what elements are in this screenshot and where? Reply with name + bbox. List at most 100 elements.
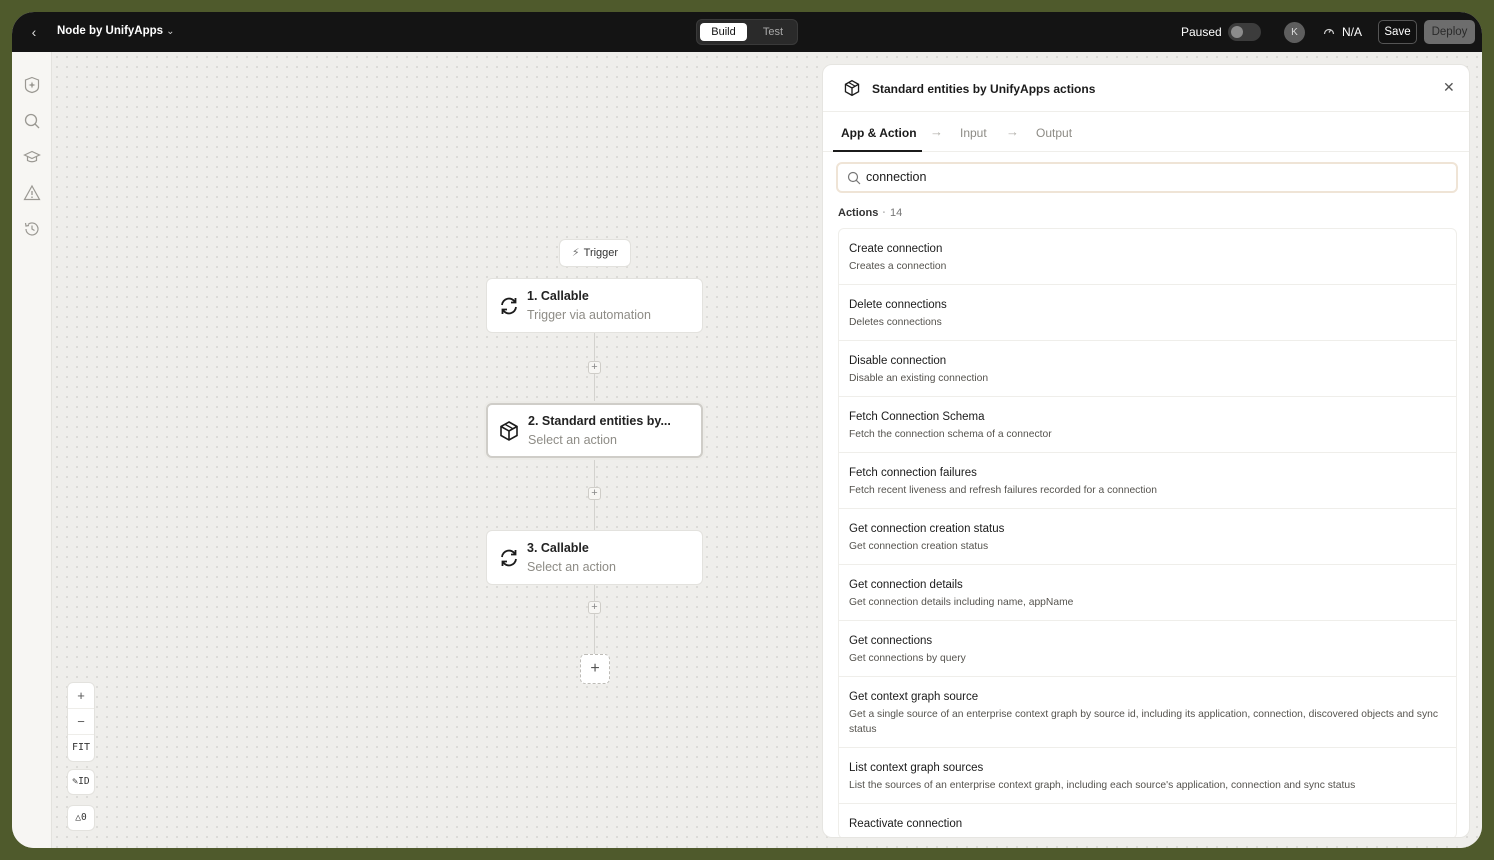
action-title: Delete connections bbox=[849, 299, 947, 311]
action-item[interactable]: Get connections Get connections by query bbox=[839, 621, 1456, 677]
add-step-button[interactable]: + bbox=[588, 487, 601, 500]
action-item[interactable]: Get connection creation status Get conne… bbox=[839, 509, 1456, 565]
tab-test[interactable]: Test bbox=[753, 23, 793, 41]
action-item[interactable]: Create connection Creates a connection bbox=[839, 229, 1456, 285]
workflow-node-3[interactable]: 3. Callable Select an action bbox=[486, 530, 703, 585]
actions-count: 14 bbox=[890, 207, 903, 219]
refresh-icon bbox=[498, 295, 520, 317]
actions-list: Create connection Creates a connection D… bbox=[838, 228, 1457, 837]
app-window: ‹ Node by UnifyApps ⌄ Build Test Paused K… bbox=[12, 12, 1482, 848]
action-description: Disable an existing connection bbox=[849, 373, 989, 384]
action-title: List context graph sources bbox=[849, 762, 984, 774]
avatar[interactable]: K bbox=[1284, 22, 1305, 43]
action-description: Fetch the connection schema of a connect… bbox=[849, 429, 1052, 440]
arrow-right-icon: → bbox=[1006, 124, 1019, 139]
back-icon[interactable]: ‹ bbox=[26, 24, 42, 40]
paused-toggle[interactable] bbox=[1228, 23, 1261, 41]
zoom-out-button[interactable]: − bbox=[68, 709, 94, 735]
status-label: Paused bbox=[1181, 25, 1222, 39]
actions-header: Actions · 14 bbox=[838, 207, 902, 219]
action-title: Fetch connection failures bbox=[849, 467, 977, 479]
action-item[interactable]: Get context graph source Get a single so… bbox=[839, 677, 1456, 748]
trigger-chip[interactable]: ⚡︎ Trigger bbox=[559, 239, 631, 267]
actions-panel: Standard entities by UnifyApps actions ✕… bbox=[822, 64, 1470, 838]
node-subtitle: Select an action bbox=[527, 560, 616, 574]
action-description: Deletes connections bbox=[849, 317, 942, 328]
fit-button[interactable]: FIT bbox=[68, 735, 94, 761]
package-icon bbox=[843, 79, 861, 97]
warning-icon[interactable] bbox=[23, 184, 41, 202]
add-step-button[interactable]: + bbox=[588, 361, 601, 374]
action-item[interactable]: Fetch connection failures Fetch recent l… bbox=[839, 453, 1456, 509]
search-icon bbox=[847, 171, 861, 185]
action-item[interactable]: Reactivate connection bbox=[839, 804, 1456, 837]
tab-app-action[interactable]: App & Action bbox=[841, 126, 917, 140]
arrow-right-icon: → bbox=[930, 124, 943, 139]
action-item[interactable]: List context graph sources List the sour… bbox=[839, 748, 1456, 804]
action-title: Get connection details bbox=[849, 579, 963, 591]
action-item[interactable]: Fetch Connection Schema Fetch the connec… bbox=[839, 397, 1456, 453]
workflow-node-1[interactable]: 1. Callable Trigger via automation bbox=[486, 278, 703, 333]
search-value: connection bbox=[866, 170, 927, 184]
node-subtitle: Trigger via automation bbox=[527, 308, 651, 322]
action-title: Reactivate connection bbox=[849, 818, 963, 830]
action-description: Get connections by query bbox=[849, 653, 966, 664]
workflow-title: Node by UnifyApps bbox=[57, 25, 164, 37]
metric-value: N/A bbox=[1342, 25, 1363, 39]
top-bar: ‹ Node by UnifyApps ⌄ Build Test Paused K… bbox=[12, 12, 1482, 52]
search-icon[interactable] bbox=[23, 112, 41, 130]
spark-badge-icon[interactable] bbox=[23, 76, 41, 94]
zoom-controls: + − FIT bbox=[67, 682, 95, 762]
left-sidebar bbox=[12, 52, 52, 848]
action-description: Get connection creation status bbox=[849, 541, 989, 552]
node-title: 1. Callable bbox=[527, 289, 589, 303]
actions-label: Actions bbox=[838, 207, 879, 219]
node-subtitle: Select an action bbox=[528, 433, 617, 447]
step-tabs: App & Action → Input → Output bbox=[823, 112, 1469, 152]
action-item[interactable]: Delete connections Deletes connections bbox=[839, 285, 1456, 341]
graduation-cap-icon[interactable] bbox=[23, 148, 41, 166]
action-title: Get connections bbox=[849, 635, 933, 647]
panel-title: Standard entities by UnifyApps actions bbox=[872, 82, 1096, 96]
bolt-icon: ⚡︎ bbox=[571, 247, 580, 259]
action-description: Fetch recent liveness and refresh failur… bbox=[849, 485, 1157, 496]
gauge-icon bbox=[1323, 25, 1335, 40]
action-title: Get context graph source bbox=[849, 691, 979, 703]
action-title: Disable connection bbox=[849, 355, 947, 367]
trigger-label: Trigger bbox=[583, 247, 619, 259]
id-toggle-button[interactable]: ✎ID bbox=[67, 769, 95, 795]
action-search-input[interactable]: connection bbox=[836, 162, 1458, 193]
separator-dot: · bbox=[882, 207, 887, 219]
warnings-button[interactable]: △0 bbox=[67, 805, 95, 831]
connector-line bbox=[594, 278, 595, 678]
action-title: Get connection creation status bbox=[849, 523, 1005, 535]
add-step-button[interactable]: + bbox=[588, 601, 601, 614]
save-button[interactable]: Save bbox=[1378, 20, 1417, 44]
action-description: List the sources of an enterprise contex… bbox=[849, 780, 1356, 791]
action-item[interactable]: Get connection details Get connection de… bbox=[839, 565, 1456, 621]
action-title: Create connection bbox=[849, 243, 943, 255]
warning-count: 0 bbox=[81, 812, 87, 823]
zoom-in-button[interactable]: + bbox=[68, 683, 94, 709]
workflow-node-2[interactable]: 2. Standard entities by... Select an act… bbox=[486, 403, 703, 458]
mode-switch: Build Test bbox=[696, 19, 798, 45]
toggle-knob bbox=[1231, 26, 1243, 38]
active-tab-underline bbox=[833, 150, 922, 152]
action-title: Fetch Connection Schema bbox=[849, 411, 985, 423]
action-description: Get connection details including name, a… bbox=[849, 597, 1074, 608]
node-title: 2. Standard entities by... bbox=[528, 414, 671, 428]
history-icon[interactable] bbox=[23, 220, 41, 238]
add-node-button[interactable]: + bbox=[580, 654, 610, 684]
node-title: 3. Callable bbox=[527, 541, 589, 555]
action-item[interactable]: Disable connection Disable an existing c… bbox=[839, 341, 1456, 397]
id-toggle-label: ID bbox=[78, 776, 90, 787]
workflow-title-dropdown[interactable]: Node by UnifyApps ⌄ bbox=[57, 25, 174, 37]
refresh-icon bbox=[498, 547, 520, 569]
tab-build[interactable]: Build bbox=[700, 23, 747, 41]
tab-output[interactable]: Output bbox=[1036, 126, 1072, 140]
close-icon[interactable]: ✕ bbox=[1443, 79, 1455, 96]
action-description: Creates a connection bbox=[849, 261, 947, 272]
tab-input[interactable]: Input bbox=[960, 126, 987, 140]
action-description: Get a single source of an enterprise con… bbox=[849, 709, 1438, 735]
deploy-button[interactable]: Deploy bbox=[1424, 20, 1475, 44]
